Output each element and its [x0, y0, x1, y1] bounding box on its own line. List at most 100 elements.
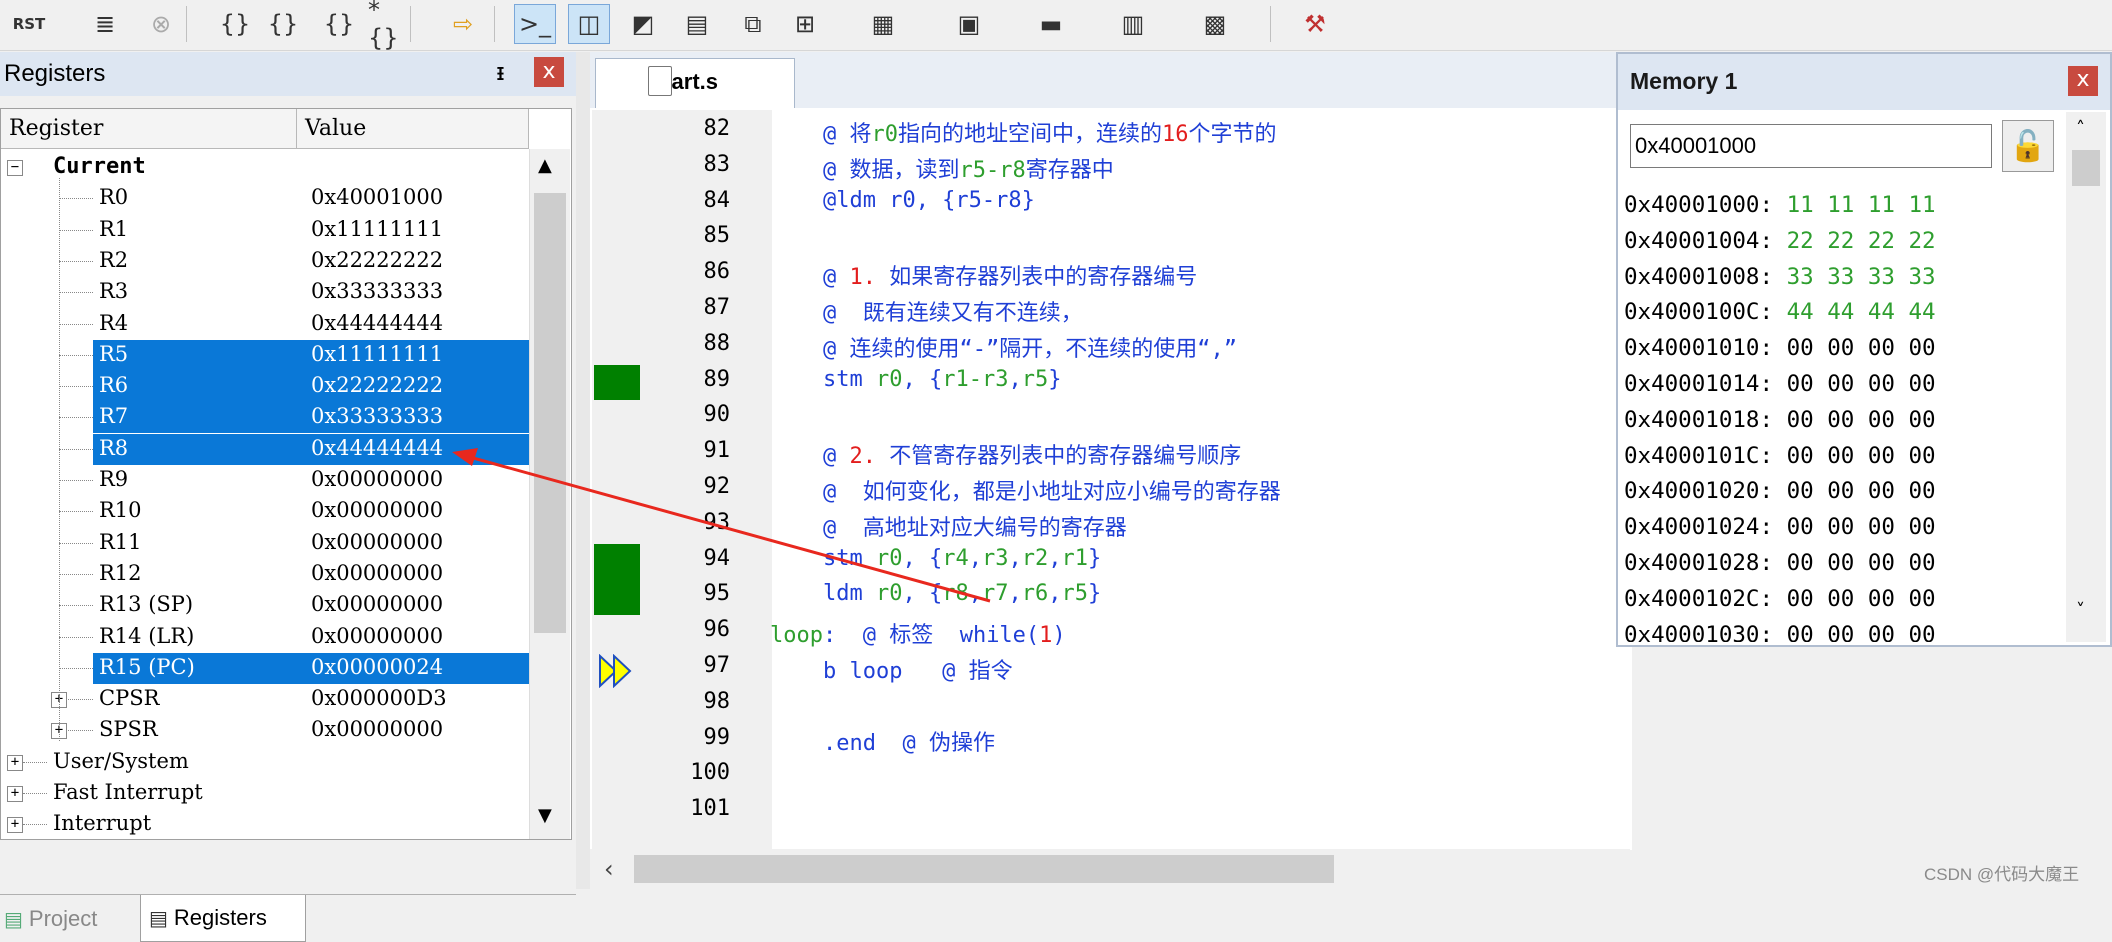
register-value[interactable]: 0x11111111 [311, 217, 443, 241]
register-row[interactable]: R8 0x44444444 [1, 433, 529, 465]
register-value[interactable]: 0x22222222 [311, 248, 443, 272]
register-row[interactable]: R5 0x11111111 [1, 339, 529, 371]
memory-row[interactable]: 0x40001008: 33 33 33 33 [1624, 264, 1936, 290]
memory-bytes[interactable]: 44 44 44 44 [1787, 299, 1936, 325]
register-value[interactable]: 0x00000000 [311, 498, 443, 522]
memory-scroll-down-icon[interactable]: ˅ [2076, 600, 2085, 621]
memory-bytes[interactable]: 00 00 00 00 [1787, 371, 1936, 397]
step-into-icon[interactable]: {} [214, 4, 256, 44]
register-row[interactable]: R13 (SP) 0x00000000 [1, 590, 529, 621]
lock-icon[interactable]: 🔓 [2002, 120, 2054, 172]
close-icon[interactable]: x [534, 57, 564, 87]
register-row[interactable]: R10 0x00000000 [1, 496, 529, 527]
editor-horizontal-scrollbar[interactable]: ‹ [590, 849, 1630, 889]
memory-row[interactable]: 0x40001010: 00 00 00 00 [1624, 335, 1936, 361]
code-line[interactable]: @ 既有连续又有不连续， [770, 295, 1083, 327]
register-value[interactable]: 0x44444444 [311, 436, 443, 460]
code-line[interactable]: ldm r0, {r8,r7,r6,r5} [770, 581, 1101, 606]
tab-start-s[interactable]: start.s [595, 58, 795, 108]
serial-window-icon[interactable]: ▣ [948, 4, 990, 44]
memory-row[interactable]: 0x40001020: 00 00 00 00 [1624, 478, 1936, 504]
register-value[interactable]: 0x00000000 [311, 624, 443, 648]
trace-window-icon[interactable]: ▥ [1112, 4, 1154, 44]
expand-icon[interactable]: + [7, 786, 23, 802]
memory-bytes[interactable]: 00 00 00 00 [1787, 443, 1936, 469]
code-line[interactable]: @ 1. 如果寄存器列表中的寄存器编号 [770, 259, 1197, 291]
register-value[interactable]: 0x22222222 [311, 373, 443, 397]
register-value[interactable]: 0x33333333 [311, 404, 443, 428]
memory-bytes[interactable]: 22 22 22 22 [1787, 228, 1936, 254]
memory-bytes[interactable]: 00 00 00 00 [1787, 586, 1936, 612]
memory-bytes[interactable]: 00 00 00 00 [1787, 514, 1936, 540]
memory-row[interactable]: 0x40001014: 00 00 00 00 [1624, 371, 1936, 397]
h-scroll-thumb[interactable] [634, 855, 1334, 883]
command-window-icon[interactable]: >_ [514, 4, 556, 44]
registers-vertical-scrollbar[interactable]: ▲ ▼ [529, 149, 570, 839]
tab-project[interactable]: ▤ Project [4, 899, 132, 939]
memory-row[interactable]: 0x40001018: 00 00 00 00 [1624, 407, 1936, 433]
analysis-window-icon[interactable]: ▬ [1030, 4, 1072, 44]
code-line[interactable]: b loop @ 指令 [770, 653, 1013, 685]
register-value[interactable]: 0x11111111 [311, 342, 443, 366]
memory-window-icon[interactable]: ▦ [862, 4, 904, 44]
tree-node-group[interactable]: + User/System [1, 747, 529, 778]
register-value[interactable]: 0x00000000 [311, 530, 443, 554]
register-value[interactable]: 0x00000000 [311, 467, 443, 491]
register-row[interactable]: R12 0x00000000 [1, 559, 529, 590]
system-viewer-icon[interactable]: ▩ [1194, 4, 1236, 44]
column-header-value[interactable]: Value [297, 109, 529, 149]
symbols-window-icon[interactable]: ◩ [622, 4, 664, 44]
register-row[interactable]: R14 (LR) 0x00000000 [1, 622, 529, 653]
register-row[interactable]: R0 0x40001000 [1, 183, 529, 214]
show-next-statement-icon[interactable]: ⇨ [442, 4, 484, 44]
memory-close-icon[interactable]: x [2068, 66, 2098, 96]
memory-row[interactable]: 0x40001004: 22 22 22 22 [1624, 228, 1936, 254]
register-row[interactable]: R2 0x22222222 [1, 246, 529, 277]
memory-bytes[interactable]: 00 00 00 00 [1787, 478, 1936, 504]
memory-row[interactable]: 0x4000101C: 00 00 00 00 [1624, 443, 1936, 469]
code-line[interactable]: @ 如何变化，都是小地址对应小编号的寄存器 [770, 474, 1281, 506]
memory-bytes[interactable]: 00 00 00 00 [1787, 407, 1936, 433]
register-row[interactable]: R15 (PC) 0x00000024 [1, 652, 529, 684]
scroll-left-icon[interactable]: ‹ [604, 855, 614, 883]
code-line[interactable]: @ldm r0, {r5-r8} [770, 188, 1035, 213]
register-row[interactable]: + CPSR 0x000000D3 [1, 684, 529, 715]
disassembly-window-icon[interactable]: ◫ [568, 4, 610, 44]
register-value[interactable]: 0x40001000 [311, 185, 443, 209]
memory-address-input[interactable]: 0x40001000 [1630, 124, 1992, 168]
memory-row[interactable]: 0x40001000: 11 11 11 11 [1624, 192, 1936, 218]
step-out-icon[interactable]: {} [318, 4, 360, 44]
step-over-icon[interactable]: {} [262, 4, 304, 44]
memory-bytes[interactable]: 33 33 33 33 [1787, 264, 1936, 290]
register-value[interactable]: 0x44444444 [311, 311, 443, 335]
run-to-cursor-icon[interactable]: *{} [368, 0, 410, 52]
memory-scroll-up-icon[interactable]: ˄ [2076, 118, 2085, 139]
register-row[interactable]: R3 0x33333333 [1, 277, 529, 308]
run-icon[interactable]: ≣ [84, 4, 126, 44]
column-header-register[interactable]: Register [1, 109, 297, 149]
register-value[interactable]: 0x33333333 [311, 279, 443, 303]
memory-row[interactable]: 0x40001024: 00 00 00 00 [1624, 514, 1936, 540]
memory-row[interactable]: 0x4000102C: 00 00 00 00 [1624, 586, 1936, 612]
expand-icon[interactable]: + [7, 817, 23, 834]
register-row[interactable]: R7 0x33333333 [1, 402, 529, 434]
register-row[interactable]: R11 0x00000000 [1, 528, 529, 559]
memory-row[interactable]: 0x40001028: 00 00 00 00 [1624, 550, 1936, 576]
memory-row[interactable]: 0x40001030: 00 00 00 00 [1624, 622, 1936, 642]
code-line[interactable]: .end @ 伪操作 [770, 725, 995, 757]
memory-bytes[interactable]: 11 11 11 11 [1787, 192, 1936, 218]
code-line[interactable]: stm r0, {r1-r3,r5} [770, 367, 1061, 392]
code-line[interactable]: @ 数据，读到r5-r8寄存器中 [770, 152, 1114, 184]
tree-node-group[interactable]: + Interrupt [1, 809, 529, 839]
collapse-icon[interactable]: − [7, 160, 23, 176]
code-line[interactable]: stm r0, {r4,r3,r2,r1} [770, 546, 1101, 571]
memory-row[interactable]: 0x4000100C: 44 44 44 44 [1624, 299, 1936, 325]
register-row[interactable]: R1 0x11111111 [1, 215, 529, 246]
code-line[interactable]: loop: @ 标签 while(1) [770, 617, 1066, 649]
register-value[interactable]: 0x00000024 [311, 655, 443, 679]
memory-bytes[interactable]: 00 00 00 00 [1787, 335, 1936, 361]
reset-cpu-icon[interactable]: RST [8, 4, 50, 44]
register-value[interactable]: 0x00000000 [311, 592, 443, 616]
scroll-up-icon[interactable]: ▲ [538, 155, 552, 176]
register-row[interactable]: + SPSR 0x00000000 [1, 715, 529, 746]
